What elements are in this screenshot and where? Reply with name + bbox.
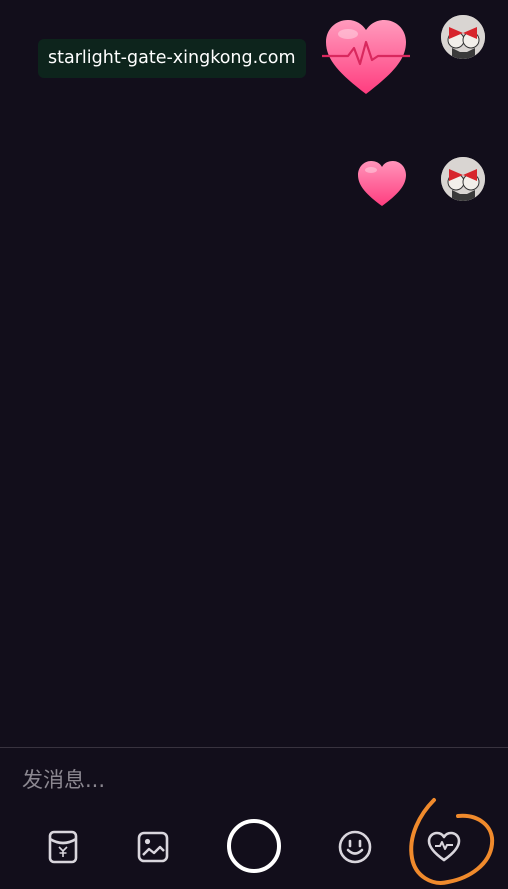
chat-message-area: starlight-gate-xingkong.com — [0, 0, 508, 747]
heart-icon — [358, 161, 406, 206]
message-input[interactable] — [22, 760, 482, 800]
heart-message[interactable] — [355, 158, 409, 208]
image-button[interactable] — [133, 826, 173, 868]
url-watermark: starlight-gate-xingkong.com — [38, 39, 306, 78]
red-packet-button[interactable] — [43, 826, 83, 868]
image-icon — [137, 831, 169, 863]
heartbeat-heart-icon — [322, 20, 410, 94]
heartbeat-heart-message[interactable] — [320, 16, 412, 96]
avatar[interactable] — [441, 157, 485, 201]
red-packet-icon — [48, 830, 78, 864]
emoji-icon — [338, 830, 372, 864]
emoji-button[interactable] — [335, 826, 375, 868]
record-button[interactable] — [226, 818, 282, 874]
composer-divider — [0, 747, 508, 748]
highlight-annotation-circle — [409, 798, 495, 885]
avatar[interactable] — [441, 15, 485, 59]
record-ring — [227, 819, 281, 873]
